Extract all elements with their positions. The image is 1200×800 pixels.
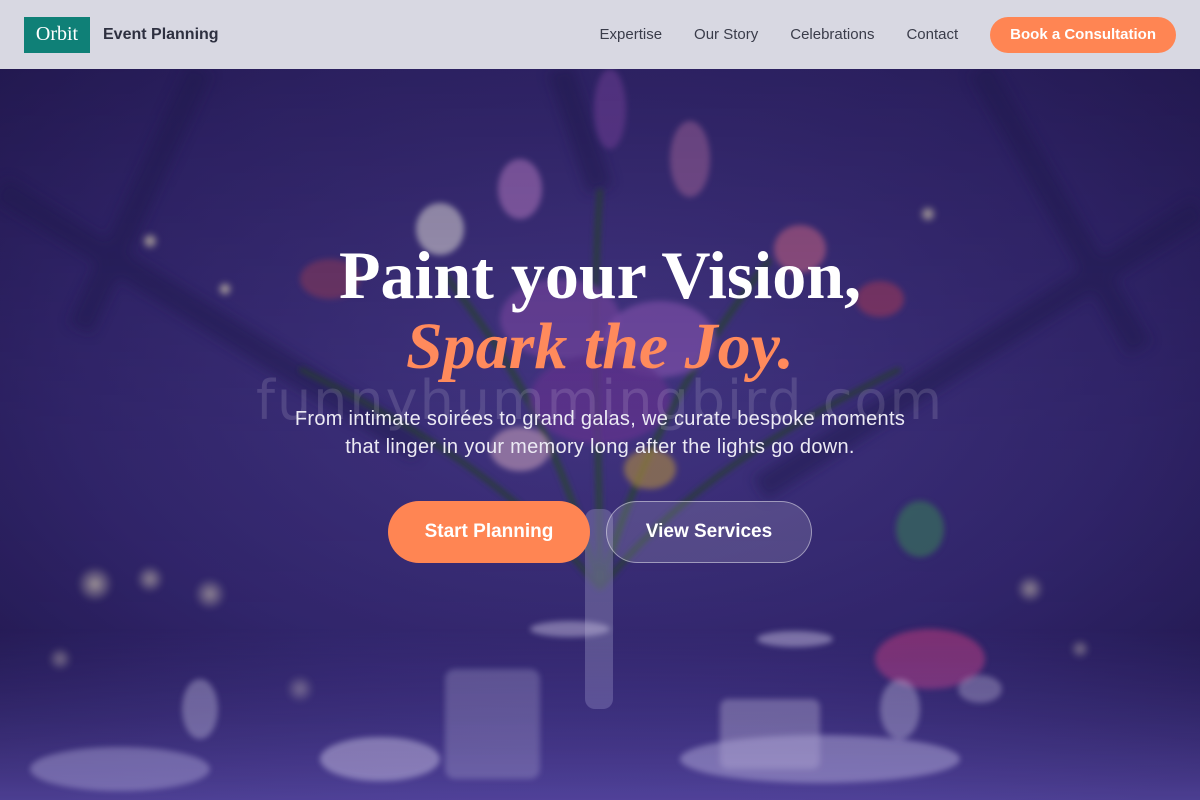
main-nav: Expertise Our Story Celebrations Contact… <box>600 16 1176 53</box>
start-planning-button[interactable]: Start Planning <box>388 501 590 563</box>
site-header: Orbit Event Planning Expertise Our Story… <box>0 0 1200 69</box>
headline-line-1: Paint your Vision, <box>338 237 862 313</box>
hero-section: funnyhummingbird.com Paint your Vision, … <box>0 69 1200 800</box>
headline-line-2: Spark the Joy. <box>405 310 795 383</box>
nav-link-contact[interactable]: Contact <box>906 26 958 43</box>
view-services-button[interactable]: View Services <box>606 501 812 563</box>
nav-link-celebrations[interactable]: Celebrations <box>790 26 874 43</box>
nav-link-our-story[interactable]: Our Story <box>694 26 758 43</box>
hero-headline: Paint your Vision, Spark the Joy. <box>0 239 1200 383</box>
hero-subtext: From intimate soirées to grand galas, we… <box>0 405 1200 461</box>
hero-buttons: Start Planning View Services <box>0 501 1200 563</box>
subtext-line-1: From intimate soirées to grand galas, we… <box>294 408 906 430</box>
book-consultation-button[interactable]: Book a Consultation <box>990 16 1176 53</box>
brand-name[interactable]: Event Planning <box>103 26 219 44</box>
logo[interactable]: Orbit <box>24 16 90 53</box>
subtext-line-2: that linger in your memory long after th… <box>345 436 855 458</box>
nav-link-expertise[interactable]: Expertise <box>600 26 663 43</box>
